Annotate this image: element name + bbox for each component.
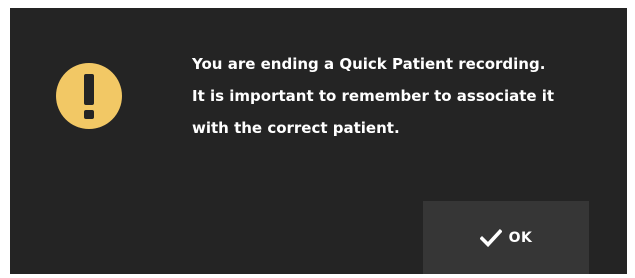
ok-button[interactable]: OK: [423, 201, 589, 274]
alert-dialog: You are ending a Quick Patient recording…: [10, 8, 627, 274]
message-line: You are ending a Quick Patient recording…: [192, 55, 546, 73]
ok-button-label: OK: [508, 229, 533, 246]
warning-icon: [56, 63, 122, 129]
message-line: It is important to remember to associate…: [192, 87, 555, 105]
dialog-message: You are ending a Quick Patient recording…: [192, 48, 612, 144]
checkmark-icon: [479, 228, 502, 247]
message-line: with the correct patient.: [192, 119, 400, 137]
